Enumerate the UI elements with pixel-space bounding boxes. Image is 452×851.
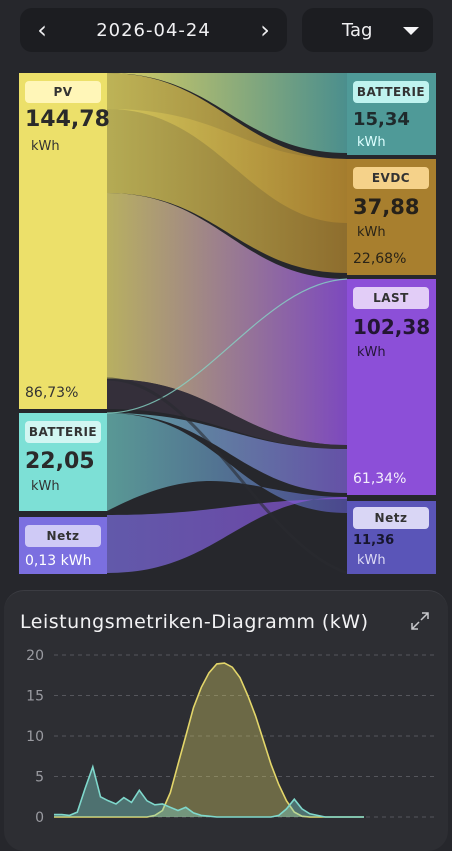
- node-last[interactable]: LAST 102,38 kWh 61,34%: [347, 279, 436, 495]
- period-select[interactable]: Tag: [302, 8, 433, 52]
- power-metrics-panel: Leistungsmetriken-Diagramm (kW) 0 5 10 15 20: [4, 590, 448, 851]
- top-bar: ‹ 2026-04-24 › Tag: [0, 0, 452, 62]
- node-netz-target-unit: kWh: [357, 553, 386, 568]
- node-pv-label: PV: [25, 81, 101, 103]
- node-batterie-source-unit: kWh: [31, 479, 60, 494]
- node-batterie-source-label: BATTERIE: [25, 421, 101, 443]
- y-tick-label: 20: [26, 648, 44, 664]
- y-tick-label: 10: [26, 729, 44, 745]
- node-batterie-target[interactable]: BATTERIE 15,34 kWh: [347, 73, 436, 155]
- power-chart: 0 5 10 15 20: [26, 648, 434, 826]
- node-last-label: LAST: [353, 287, 429, 309]
- node-evdc-label: EVDC: [353, 167, 429, 189]
- node-evdc-value: 37,88: [353, 195, 420, 219]
- energy-flow-sankey: PV 144,78 kWh 86,73% BATTERIE 22,05 kWh …: [19, 73, 436, 576]
- period-select-value: Tag: [342, 19, 373, 41]
- node-last-value: 102,38: [353, 315, 431, 339]
- node-pv-unit: kWh: [31, 139, 60, 154]
- node-batterie-target-value: 15,34: [353, 109, 410, 130]
- node-batterie-target-unit: kWh: [357, 135, 386, 150]
- node-last-percent: 61,34%: [353, 471, 407, 487]
- node-evdc-percent: 22,68%: [353, 251, 407, 267]
- node-batterie-source[interactable]: BATTERIE 22,05 kWh: [19, 413, 107, 511]
- y-tick-label: 0: [35, 810, 44, 826]
- node-netz-source[interactable]: Netz 0,13 kWh: [19, 517, 107, 574]
- node-last-unit: kWh: [357, 345, 386, 360]
- caret-down-icon: [403, 27, 419, 35]
- node-pv-value: 144,78: [25, 107, 110, 132]
- node-evdc[interactable]: EVDC 37,88 kWh 22,68%: [347, 159, 436, 275]
- node-netz-target-label: Netz: [353, 507, 429, 529]
- y-tick-label: 15: [26, 689, 44, 705]
- date-display[interactable]: 2026-04-24: [64, 8, 243, 52]
- node-evdc-unit: kWh: [357, 225, 386, 240]
- node-netz-target-value: 11,36: [353, 533, 395, 548]
- node-netz-source-value: 0,13: [25, 553, 57, 569]
- y-tick-label: 5: [35, 770, 44, 786]
- node-netz-source-unit: kWh: [60, 553, 92, 569]
- node-pv[interactable]: PV 144,78 kWh 86,73%: [19, 73, 110, 409]
- node-batterie-source-value: 22,05: [25, 449, 95, 474]
- node-netz-source-amount: 0,13 kWh: [25, 553, 91, 569]
- node-netz-target[interactable]: Netz 11,36 kWh: [347, 501, 436, 574]
- node-netz-source-label: Netz: [25, 525, 101, 547]
- date-navigator: ‹ 2026-04-24 ›: [20, 8, 287, 52]
- chevron-left-icon[interactable]: ‹: [20, 8, 64, 52]
- node-batterie-target-label: BATTERIE: [353, 81, 429, 103]
- chevron-right-icon[interactable]: ›: [243, 8, 287, 52]
- node-pv-percent: 86,73%: [25, 385, 79, 401]
